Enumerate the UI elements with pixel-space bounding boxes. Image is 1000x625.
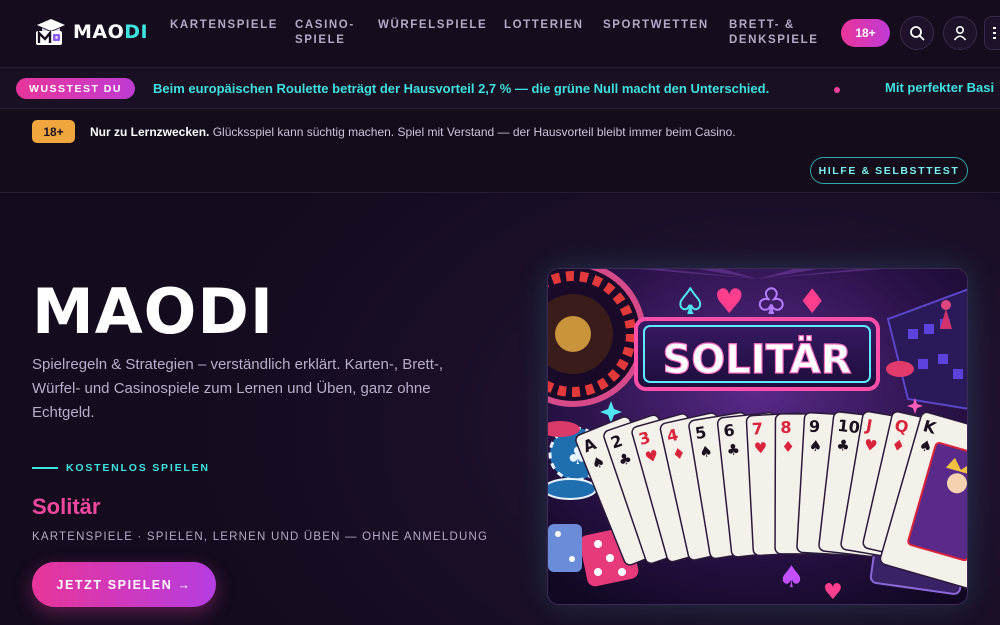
svg-text:SOLITÄR: SOLITÄR — [662, 335, 851, 383]
logo-mark-icon — [33, 17, 69, 47]
main-nav: KARTENSPIELE CASINO- SPIELE WÜRFELSPIELE … — [170, 18, 829, 48]
solitaire-hero-image[interactable]: ♠ ♥ ♣ ♦ SOLITÄR ♣ ♠ ♥ A ♠ 2 ♣ 3 ♥ 4 ♦ 5 … — [547, 268, 968, 605]
ticker-label: WUSSTEST DU — [16, 78, 135, 99]
user-icon — [953, 25, 967, 41]
card-suit-icon: ♦ — [781, 438, 795, 456]
card-suit-icon: ♣ — [835, 436, 850, 455]
featured-game-meta: KARTENSPIELE · SPIELEN, LERNEN UND ÜBEN … — [32, 531, 489, 543]
card-suit-icon: ♥ — [753, 439, 767, 458]
svg-text:♥: ♥ — [714, 282, 744, 322]
card-rank: 8 — [780, 418, 791, 437]
search-button[interactable] — [900, 16, 934, 50]
age-18-badge[interactable]: 18+ — [841, 19, 890, 47]
nav-brett-denkspiele[interactable]: BRETT- & DENKSPIELE — [729, 18, 829, 48]
svg-text:♦: ♦ — [797, 282, 827, 322]
svg-text:♠: ♠ — [778, 560, 805, 595]
menu-icon — [993, 27, 996, 39]
logo-text: MAODI — [73, 21, 149, 43]
svg-text:♥: ♥ — [823, 580, 843, 605]
card-rank: 9 — [808, 417, 820, 437]
play-now-button[interactable]: JETZT SPIELEN → — [32, 562, 216, 607]
fact-ticker: WUSSTEST DU Beim europäischen Roulette b… — [0, 67, 1000, 109]
card-rank: 7 — [751, 419, 763, 439]
hero-section: MAODI Spielregeln & Strategien – verstän… — [0, 194, 1000, 625]
top-header: MAODI KARTENSPIELE CASINO- SPIELE WÜRFELS… — [0, 0, 1000, 67]
hero-title: MAODI — [32, 275, 274, 348]
featured-game-title[interactable]: Solitär — [32, 494, 100, 520]
account-button[interactable] — [943, 16, 977, 50]
notice-text: Nur zu Lernzwecken. Glücksspiel kann süc… — [90, 125, 736, 139]
ticker-text: Beim europäischen Roulette beträgt der H… — [153, 81, 770, 96]
svg-text:♠: ♠ — [675, 282, 705, 322]
card-rank: 6 — [722, 421, 735, 441]
ticker-separator-dot — [834, 87, 840, 93]
kicker: KOSTENLOS SPIELEN — [32, 462, 210, 474]
hero-description: Spielregeln & Strategien – verständlich … — [32, 356, 444, 421]
kicker-text: KOSTENLOS SPIELEN — [66, 462, 210, 474]
nav-wuerfelspiele[interactable]: WÜRFELSPIELE — [378, 18, 504, 48]
solitaer-neon-sign: SOLITÄR — [634, 317, 880, 391]
nav-kartenspiele[interactable]: KARTENSPIELE — [170, 18, 295, 48]
responsible-gaming-notice: 18+ Nur zu Lernzwecken. Glücksspiel kann… — [0, 109, 1000, 193]
card-suit-icon: ♠ — [698, 442, 714, 462]
nav-casino-spiele[interactable]: CASINO- SPIELE — [295, 18, 378, 48]
search-icon — [910, 26, 925, 41]
help-selftest-button[interactable]: HILFE & SELBSTTEST — [810, 157, 968, 184]
card-suit-icon: ♣ — [726, 440, 741, 459]
svg-text:♣: ♣ — [756, 282, 786, 322]
nav-sportwetten[interactable]: SPORTWETTEN — [603, 18, 729, 48]
menu-button[interactable] — [984, 16, 1000, 50]
solitaire-illustration: ♠ ♥ ♣ ♦ SOLITÄR ♣ ♠ ♥ A♠2♣3♥4♦5♠6♣7♥8♦9♠… — [548, 269, 967, 605]
kicker-line — [32, 467, 58, 469]
logo[interactable]: MAODI — [33, 17, 148, 47]
card-rank: 10 — [837, 416, 861, 437]
notice-age-badge: 18+ — [32, 120, 75, 143]
ticker-text-next: Mit perfekter Basi — [885, 80, 995, 95]
nav-lotterien[interactable]: LOTTERIEN — [504, 18, 603, 48]
card-suit-icon: ♠ — [808, 437, 822, 456]
